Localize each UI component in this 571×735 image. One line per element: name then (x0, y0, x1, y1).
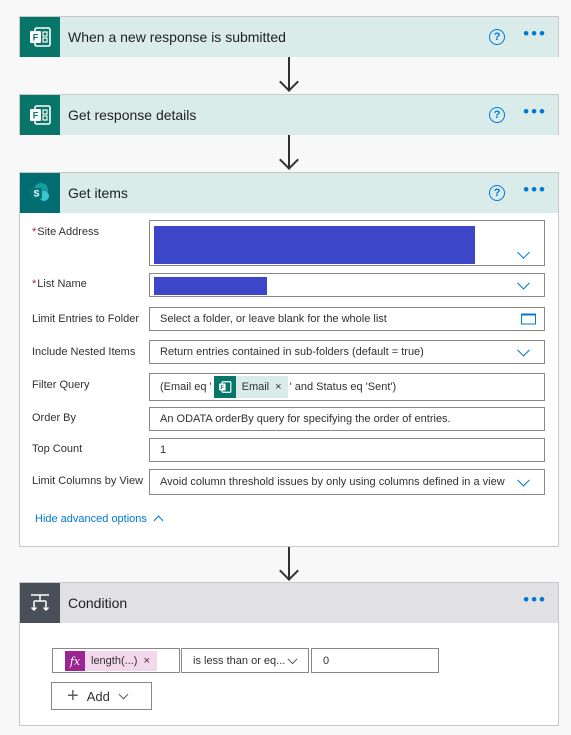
limit-folder-placeholder: Select a folder, or leave blank for the … (160, 313, 387, 325)
trigger-title: When a new response is submitted (68, 29, 286, 45)
forms-icon: F (20, 95, 60, 135)
condition-left-operand[interactable]: fx length(...) × (52, 648, 180, 673)
order-by-field[interactable]: An ODATA orderBy query for specifying th… (149, 407, 545, 431)
remove-token-icon[interactable]: × (143, 655, 156, 667)
remove-token-icon[interactable]: × (275, 381, 287, 393)
filter-query-field[interactable]: (Email eq ' F Email × ' and Status eq 'S… (149, 373, 545, 401)
chevron-down-icon (118, 689, 129, 699)
function-icon: fx (65, 651, 85, 671)
limit-folder-field[interactable]: Select a folder, or leave blank for the … (149, 307, 545, 331)
condition-title: Condition (68, 595, 128, 611)
nested-items-placeholder: Return entries contained in sub-folders … (160, 346, 424, 358)
limit-columns-field[interactable]: Avoid column threshold issues by only us… (149, 469, 545, 495)
get-items-header[interactable]: S Get items ? ••• (20, 173, 558, 213)
expression-label: length(...) (91, 655, 138, 667)
forms-icon: F (213, 376, 236, 398)
limit-columns-label: Limit Columns by View (32, 475, 144, 487)
top-count-value: 1 (160, 444, 167, 456)
email-dynamic-token[interactable]: F Email × (213, 376, 288, 398)
condition-card[interactable]: Condition ••• fx length(...) × is less t… (19, 582, 559, 726)
condition-header[interactable]: Condition ••• (20, 583, 558, 623)
help-icon[interactable]: ? (489, 185, 506, 201)
trigger-card[interactable]: F When a new response is submitted ? ••• (19, 16, 559, 57)
limit-folder-label: Limit Entries to Folder (32, 313, 139, 325)
svg-text:F: F (33, 33, 39, 43)
chevron-down-icon[interactable] (517, 473, 530, 487)
more-options-icon[interactable]: ••• (523, 591, 547, 611)
flow-arrow-icon (279, 561, 299, 581)
flow-arrow-icon (279, 72, 299, 92)
operator-value: is less than or eq... (193, 654, 286, 667)
nested-items-field[interactable]: Return entries contained in sub-folders … (149, 340, 545, 364)
svg-text:F: F (33, 111, 39, 121)
more-options-icon[interactable]: ••• (523, 25, 547, 45)
chevron-down-icon (287, 653, 298, 664)
filter-query-label: Filter Query (32, 379, 90, 391)
order-by-placeholder: An ODATA orderBy query for specifying th… (160, 413, 451, 425)
nested-items-label: Include Nested Items (32, 346, 136, 358)
redacted-value (154, 277, 267, 295)
filter-prefix: (Email eq ' (160, 381, 212, 393)
svg-text:S: S (33, 189, 39, 199)
site-address-label: *Site Address (32, 226, 100, 238)
top-count-label: Top Count (32, 443, 83, 455)
condition-icon (20, 583, 60, 623)
condition-right-operand[interactable]: 0 (311, 648, 439, 673)
get-response-title: Get response details (68, 107, 197, 123)
more-options-icon[interactable]: ••• (523, 181, 547, 201)
filter-suffix: ' and Status eq 'Sent') (289, 381, 397, 393)
expression-token[interactable]: fx length(...) × (65, 651, 157, 671)
get-response-card[interactable]: F Get response details ? ••• (19, 94, 559, 135)
sharepoint-icon: S (20, 173, 60, 213)
site-address-field[interactable] (149, 220, 545, 266)
forms-icon: F (20, 17, 60, 57)
list-name-field[interactable] (149, 273, 545, 297)
chevron-down-icon[interactable] (517, 343, 530, 357)
help-icon[interactable]: ? (489, 107, 506, 123)
chevron-down-icon[interactable] (517, 276, 530, 290)
top-count-field[interactable]: 1 (149, 438, 545, 462)
more-options-icon[interactable]: ••• (523, 103, 547, 123)
get-items-card[interactable]: S Get items ? ••• *Site Address *List Na… (19, 172, 559, 547)
chevron-down-icon[interactable] (517, 246, 530, 259)
add-button-label: Add (86, 688, 110, 704)
add-condition-button[interactable]: + Add (51, 682, 152, 710)
token-label: Email (241, 381, 270, 393)
trigger-header[interactable]: F When a new response is submitted ? ••• (20, 17, 558, 57)
order-by-label: Order By (32, 412, 77, 424)
condition-operator-dropdown[interactable]: is less than or eq... (181, 648, 309, 673)
list-name-label: *List Name (32, 278, 87, 290)
hide-advanced-options-link[interactable]: Hide advanced options (35, 513, 164, 526)
redacted-value (154, 226, 475, 264)
right-operand-value: 0 (323, 654, 330, 667)
limit-columns-placeholder: Avoid column threshold issues by only us… (160, 476, 505, 488)
required-mark: * (32, 226, 37, 238)
required-mark: * (32, 278, 37, 290)
folder-icon[interactable] (521, 313, 536, 325)
get-items-title: Get items (68, 185, 128, 201)
help-icon[interactable]: ? (489, 29, 506, 45)
filter-query-value: (Email eq ' F Email × ' and Status eq 'S… (160, 376, 396, 398)
get-response-header[interactable]: F Get response details ? ••• (20, 95, 558, 135)
plus-icon: + (67, 685, 79, 707)
flow-arrow-icon (279, 150, 299, 170)
chevron-up-icon (153, 515, 164, 526)
